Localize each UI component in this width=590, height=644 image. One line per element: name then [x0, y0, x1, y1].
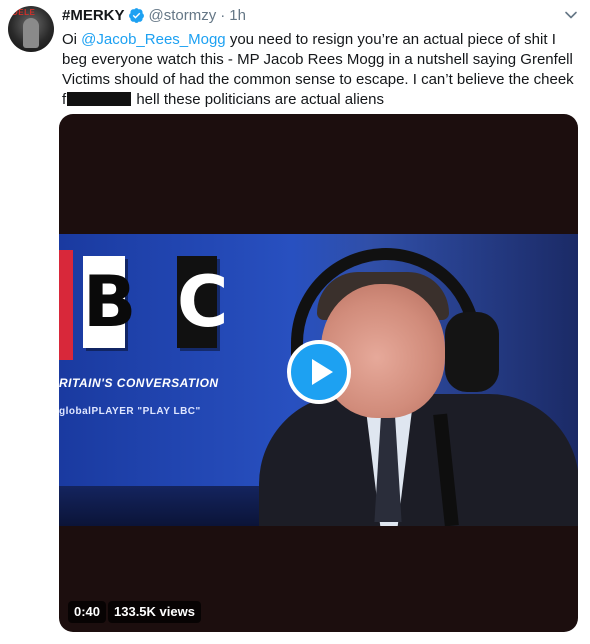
tweet-header: #MERKY @stormzy · 1h: [62, 7, 246, 24]
person-body: [259, 394, 578, 526]
headphones-earcup: [445, 312, 499, 392]
header-separator: ·: [220, 7, 226, 24]
logo-red-bar: [59, 250, 73, 360]
tweet-text-part: hell these politicians are actual aliens: [132, 91, 384, 108]
studio-slogan: RITAIN'S CONVERSATION: [59, 376, 219, 390]
tweet-text-part: Oi: [62, 31, 82, 48]
verified-badge-icon: [128, 8, 144, 23]
chevron-down-icon[interactable]: [564, 8, 578, 22]
display-name[interactable]: #MERKY: [62, 7, 125, 24]
video-player[interactable]: B C RITAIN'S CONVERSATION globalPLAYER "…: [59, 114, 578, 632]
video-view-count: 133.5K views: [108, 601, 201, 623]
play-button[interactable]: [287, 340, 351, 404]
avatar-badge: DELE: [12, 8, 36, 17]
redaction-bar: [67, 92, 132, 106]
video-duration: 0:40: [68, 601, 107, 623]
user-handle[interactable]: @stormzy: [149, 7, 217, 24]
mention-link[interactable]: @Jacob_Rees_Mogg: [81, 31, 225, 48]
play-icon: [312, 359, 333, 385]
avatar-figure: [23, 18, 39, 48]
tweet-timestamp[interactable]: 1h: [229, 7, 246, 24]
logo-tile-c: C: [177, 256, 228, 348]
logo-tile-b: B: [83, 256, 136, 348]
tweet-text: Oi @Jacob_Rees_Mogg you need to resign y…: [62, 30, 574, 110]
tweet-avatar[interactable]: DELE: [8, 6, 54, 52]
studio-player-text: globalPLAYER "PLAY LBC": [59, 406, 201, 417]
studio-desk: [59, 486, 289, 526]
